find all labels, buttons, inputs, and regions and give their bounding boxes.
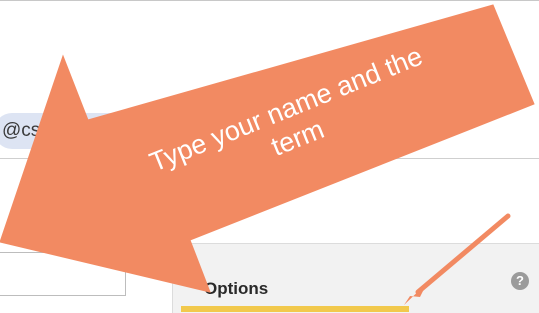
- pointer-arrow-line: [415, 213, 511, 295]
